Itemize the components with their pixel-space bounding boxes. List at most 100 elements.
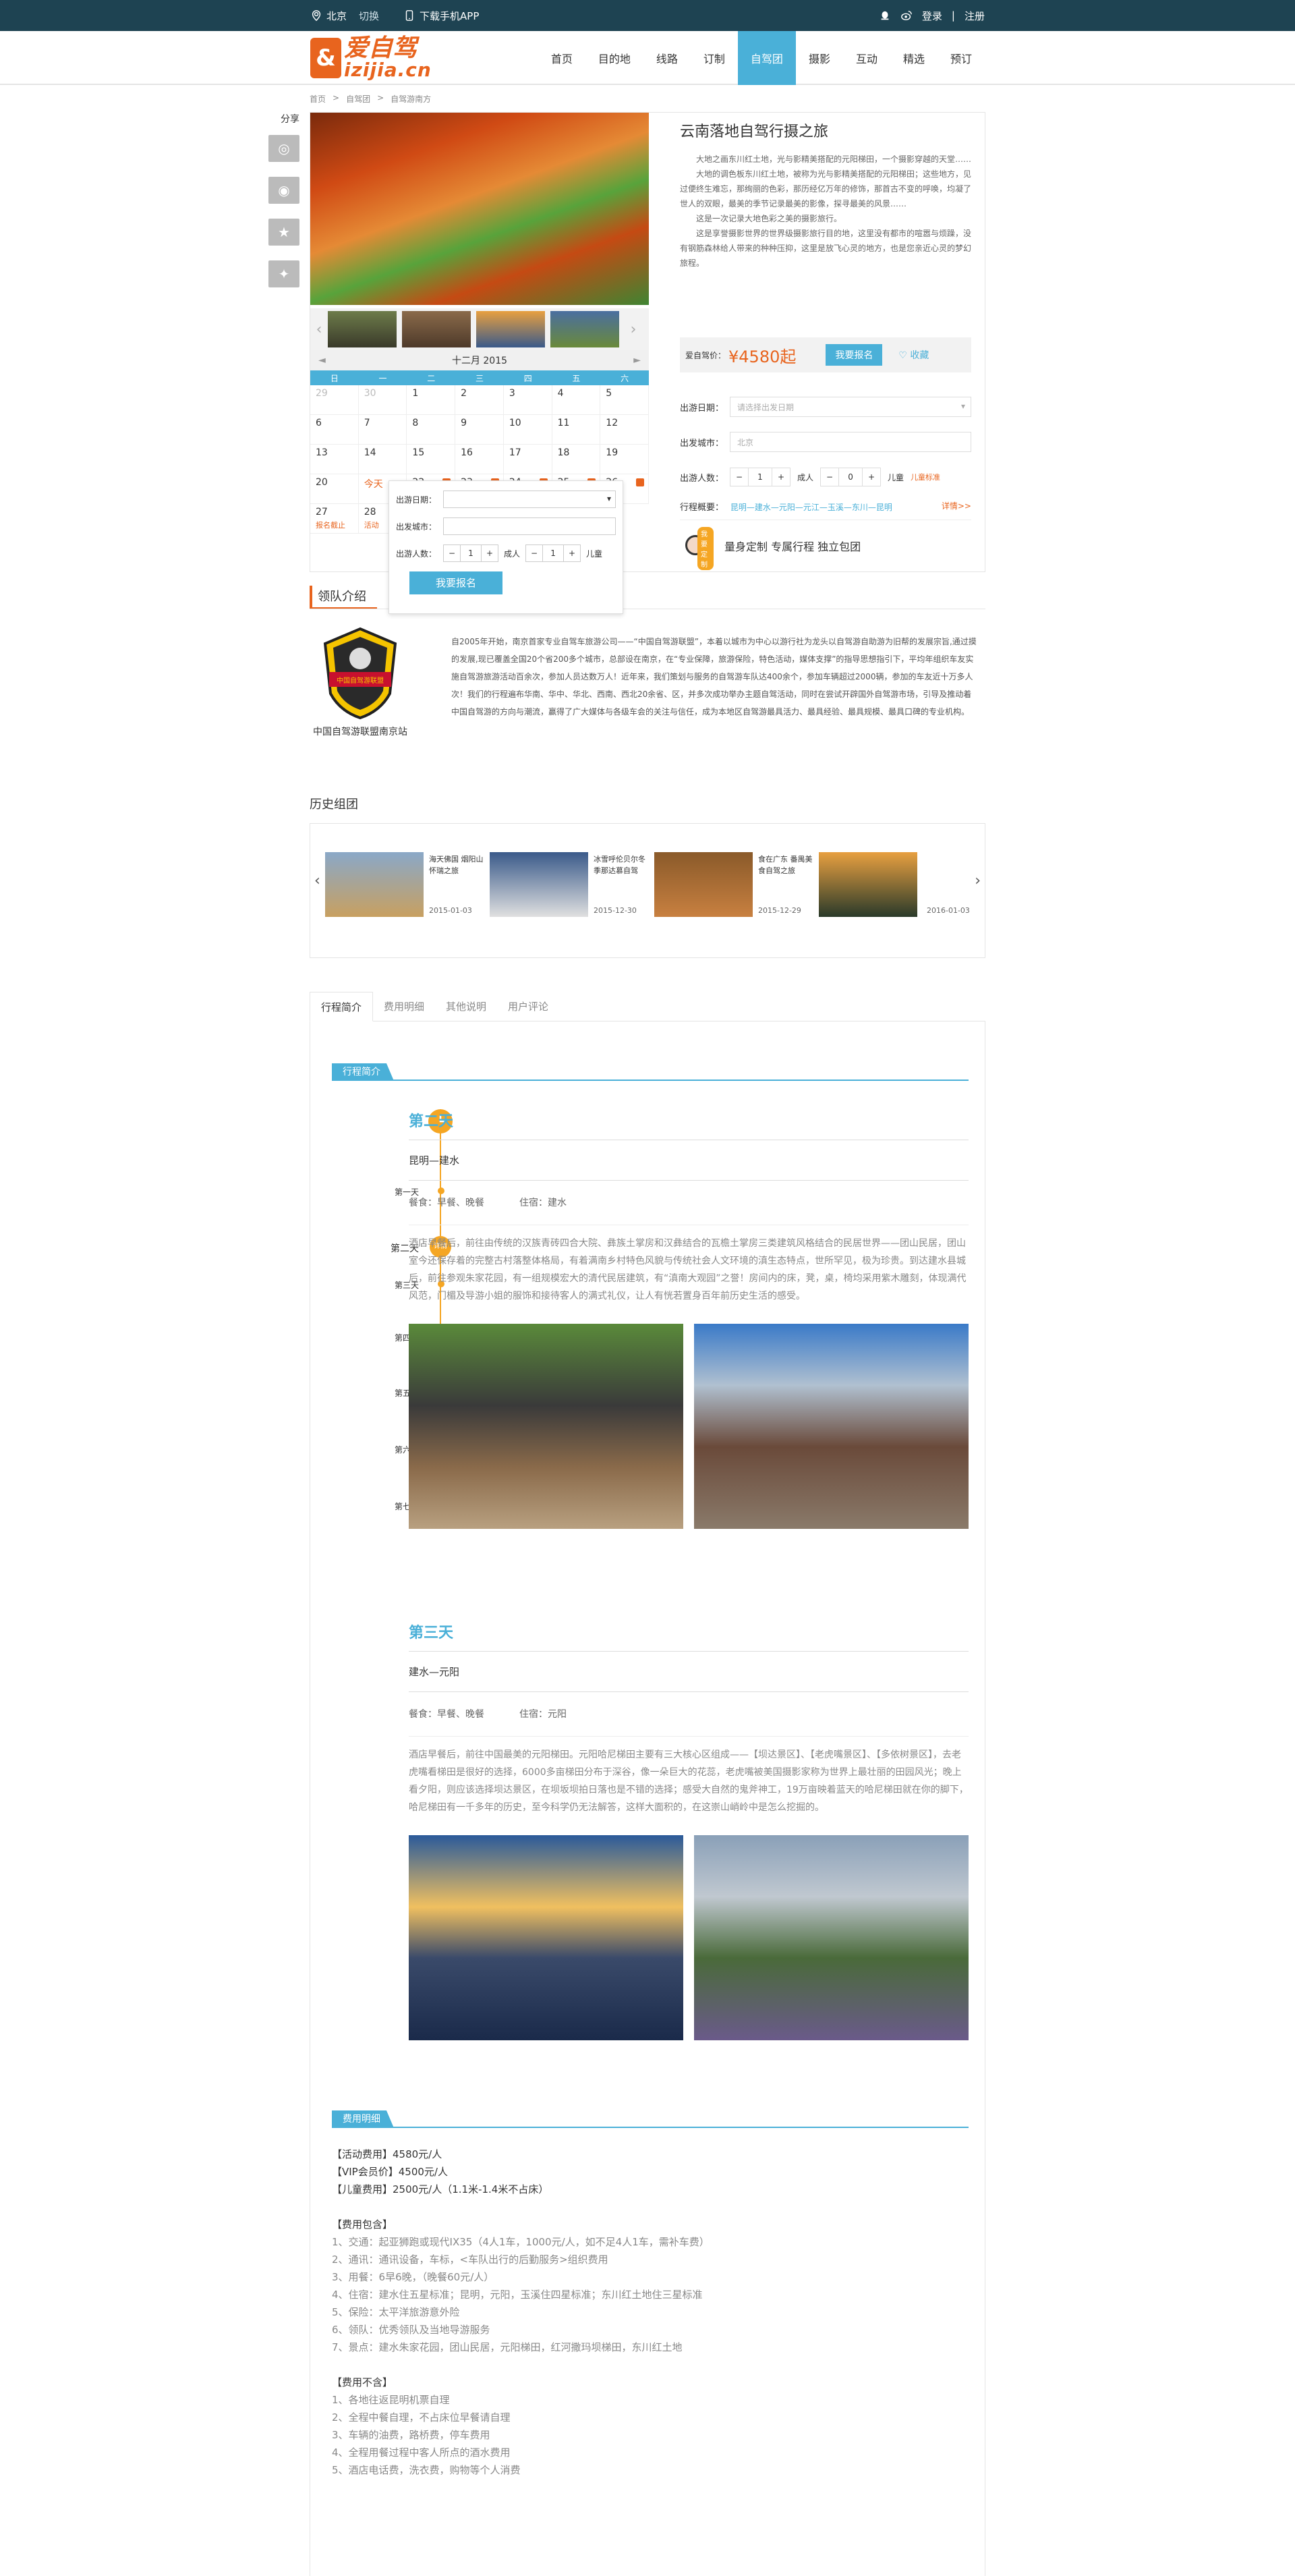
nav-photography[interactable]: 摄影 xyxy=(796,31,843,85)
route-more-link[interactable]: 详情>> xyxy=(942,500,971,511)
cal-day[interactable]: 18 xyxy=(552,445,601,474)
favorite-button[interactable]: ♡ 收藏 xyxy=(898,348,929,362)
crumb-home[interactable]: 首页 xyxy=(310,93,326,105)
history-item[interactable]: 2016-01-03 xyxy=(819,852,981,920)
thumb-1[interactable] xyxy=(328,311,397,347)
leader-badge: 中国自驾游联盟 中国自驾游联盟南京站 xyxy=(310,626,411,741)
download-app-link[interactable]: 下载手机APP xyxy=(403,9,479,23)
adult-count[interactable]: 1 xyxy=(748,468,772,486)
cal-day[interactable]: 6 xyxy=(310,415,359,445)
minus-icon[interactable]: − xyxy=(526,545,542,561)
signup-button[interactable]: 我要报名 xyxy=(826,344,883,366)
minus-icon[interactable]: − xyxy=(821,468,838,486)
popup-adult-count[interactable]: 1 xyxy=(460,545,482,561)
popup-child-stepper[interactable]: −1 + xyxy=(525,544,581,562)
history-title: 食在广东 番禺美食自驾之旅 xyxy=(758,855,813,875)
thumb-3[interactable] xyxy=(476,311,545,347)
desc-para: 这是享誉摄影世界的世界级摄影旅行目的地，这里没有都市的喧嚣与烦躁，没有钢筋森林给… xyxy=(680,229,972,268)
cal-day[interactable]: 11 xyxy=(552,415,601,445)
nav-interaction[interactable]: 互动 xyxy=(843,31,890,85)
cal-day[interactable]: 16 xyxy=(455,445,504,474)
cal-day[interactable]: 2 xyxy=(455,385,504,415)
tab-itinerary[interactable]: 行程简介 xyxy=(310,992,374,1021)
register-link[interactable]: 注册 xyxy=(965,9,985,23)
product-info: 云南落地自驾行摄之旅 大地之画东川红土地，光与影精美搭配的元阳梯田，一个摄影穿越… xyxy=(680,119,971,271)
nav-routes[interactable]: 线路 xyxy=(643,31,691,85)
date-select[interactable]: 请选择出发日期 ▾ xyxy=(730,397,971,417)
tab-other[interactable]: 其他说明 xyxy=(435,992,497,1021)
cal-day[interactable]: 17 xyxy=(503,445,552,474)
minus-icon[interactable]: − xyxy=(730,468,748,486)
cal-day[interactable]: 19 xyxy=(600,445,649,474)
share-wechat-icon[interactable]: ◎ xyxy=(268,135,299,162)
nav-custom[interactable]: 订制 xyxy=(691,31,738,85)
nav-self-drive-group[interactable]: 自驾团 xyxy=(737,31,796,85)
thumb-2[interactable] xyxy=(402,311,471,347)
nav-featured[interactable]: 精选 xyxy=(890,31,938,85)
history-prev-icon[interactable]: ‹ xyxy=(314,872,320,889)
location[interactable]: 北京 xyxy=(310,9,347,23)
cal-day[interactable]: 8 xyxy=(407,415,456,445)
popup-date-select[interactable]: ▾ xyxy=(443,491,616,508)
cal-day: 30 xyxy=(358,385,407,415)
switch-city-link[interactable]: 切换 xyxy=(359,9,379,23)
nav-home[interactable]: 首页 xyxy=(538,31,585,85)
cal-day[interactable]: 10 xyxy=(503,415,552,445)
popup-child-count[interactable]: 1 xyxy=(542,545,565,561)
weekday: 一 xyxy=(378,373,387,383)
plus-icon[interactable]: + xyxy=(564,545,580,561)
popup-signup-button[interactable]: 我要报名 xyxy=(409,571,502,594)
nav-destination[interactable]: 目的地 xyxy=(585,31,643,85)
tab-fees[interactable]: 费用明细 xyxy=(373,992,435,1021)
cal-day[interactable]: 7 xyxy=(358,415,407,445)
history-next-icon[interactable]: › xyxy=(975,872,981,889)
plus-icon[interactable]: + xyxy=(863,468,880,486)
qq-icon[interactable] xyxy=(879,9,891,22)
share-star-icon[interactable]: ★ xyxy=(268,219,299,246)
child-count[interactable]: 0 xyxy=(838,468,863,486)
popup-city-input[interactable] xyxy=(443,517,616,535)
tab-reviews[interactable]: 用户评论 xyxy=(497,992,559,1021)
login-link[interactable]: 登录 xyxy=(922,9,942,23)
weibo-icon[interactable] xyxy=(900,9,913,22)
plus-icon[interactable]: + xyxy=(482,545,498,561)
history-item[interactable]: 冰雪呼伦贝尔冬季那达慕自驾 2015-12-30 xyxy=(490,852,652,920)
history-item[interactable]: 食在广东 番禺美食自驾之旅 2015-12-29 xyxy=(654,852,816,920)
share-weibo-icon[interactable]: ◉ xyxy=(268,177,299,204)
thumb-4[interactable] xyxy=(550,311,619,347)
city-name: 北京 xyxy=(326,9,347,22)
cal-day[interactable]: 14 xyxy=(358,445,407,474)
history-date: 2015-01-03 xyxy=(429,906,472,915)
share-qzone-icon[interactable]: ✦ xyxy=(268,260,299,287)
plus-icon[interactable]: + xyxy=(772,468,790,486)
custom-banner[interactable]: 我要定制 量身定制 专属行程 独立包团 xyxy=(680,526,971,570)
thumb-next-icon[interactable]: › xyxy=(625,321,642,338)
minus-icon[interactable]: − xyxy=(444,545,460,561)
history-date: 2015-12-29 xyxy=(758,906,801,915)
cal-day[interactable]: 5 xyxy=(600,385,649,415)
site-logo[interactable]: & 爱自驾 izijia.cn xyxy=(310,36,432,80)
cal-day[interactable]: 9 xyxy=(455,415,504,445)
cal-day[interactable]: 15 xyxy=(407,445,456,474)
day-block: 第三天 建水—元阳 餐食：早餐、晚餐 住宿：元阳 酒店早餐后，前往中国最美的元阳梯… xyxy=(409,1621,969,2040)
cal-day[interactable]: 13 xyxy=(310,445,359,474)
thumb-prev-icon[interactable]: ‹ xyxy=(310,321,328,338)
child-standard-link[interactable]: 儿童标准 xyxy=(911,472,940,482)
cal-day[interactable]: 20 xyxy=(310,474,359,504)
city-input[interactable]: 北京 xyxy=(730,432,971,452)
cal-day[interactable]: 27 报名截止 xyxy=(310,504,359,534)
cal-next-icon[interactable]: ► xyxy=(633,355,641,366)
cal-day[interactable]: 4 xyxy=(552,385,601,415)
cal-prev-icon[interactable]: ◄ xyxy=(318,355,326,366)
crumb-group[interactable]: 自驾团 xyxy=(346,93,370,105)
nav-booking[interactable]: 预订 xyxy=(938,31,985,85)
day-text: 酒店早餐后，前往中国最美的元阳梯田。元阳哈尼梯田主要有三大核心区组成——【坝达景… xyxy=(409,1749,969,1813)
history-item[interactable]: 海天佛国 烟阳山怀瑞之旅 2015-01-03 xyxy=(325,852,487,920)
cal-day[interactable]: 3 xyxy=(503,385,552,415)
topbar-divider: | xyxy=(951,9,955,22)
cal-day[interactable]: 12 xyxy=(600,415,649,445)
adult-stepper[interactable]: −1 + xyxy=(730,468,790,486)
popup-adult-stepper[interactable]: −1 + xyxy=(443,544,498,562)
child-stepper[interactable]: −0 + xyxy=(820,468,882,486)
cal-day[interactable]: 1 xyxy=(407,385,456,415)
